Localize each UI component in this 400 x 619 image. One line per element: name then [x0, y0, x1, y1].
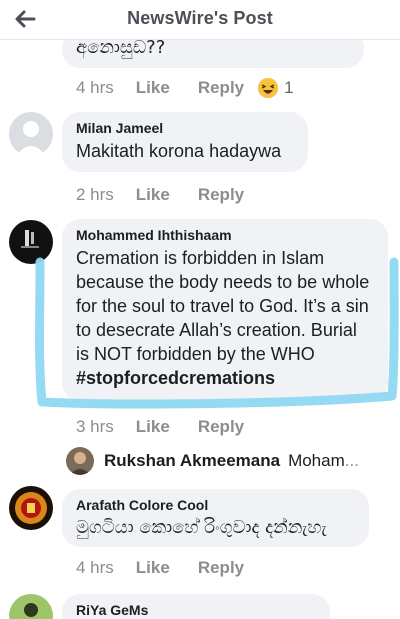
comment-author[interactable]: Milan Jameel — [76, 120, 294, 136]
reply-button[interactable]: Reply — [198, 558, 244, 578]
reply-snippet: Moham — [288, 451, 345, 470]
like-button[interactable]: Like — [136, 185, 170, 205]
page-title: NewsWire's Post — [127, 8, 273, 28]
comment-time: 4 hrs — [76, 78, 114, 97]
top-bar: NewsWire's Post — [0, 0, 400, 40]
like-button[interactable]: Like — [136, 558, 170, 578]
laughing-emoji-icon — [258, 78, 279, 98]
comment-text: මුගටියා කොහේ රිංගුවාද දන්නැහැ — [76, 517, 327, 538]
reaction-count: 1 — [284, 78, 294, 97]
reply-button[interactable]: Reply — [198, 78, 244, 98]
hashtag-link[interactable]: #stopforcedcremations — [76, 368, 275, 388]
comment-actions: 3 hrs Like Reply — [76, 417, 244, 437]
comment-text: Makitath korona hadaywa — [76, 141, 282, 161]
reply-button[interactable]: Reply — [198, 185, 244, 205]
avatar — [66, 447, 94, 475]
comment-time: 4 hrs — [76, 558, 114, 577]
avatar[interactable] — [9, 220, 53, 264]
avatar[interactable] — [9, 112, 53, 156]
comment-time: 2 hrs — [76, 185, 114, 204]
comment-body: Cremation is forbidden in Islam because … — [76, 248, 370, 364]
comment-bubble: RiYa GeMs — [62, 594, 330, 619]
comment-bubble: Milan Jameel Makitath korona hadaywa — [62, 112, 308, 172]
comment-author[interactable]: Arafath Colore Cool — [76, 497, 355, 513]
reply-button[interactable]: Reply — [198, 417, 244, 437]
comment-bubble: Mohammed Ihthishaam Cremation is forbidd… — [62, 219, 388, 401]
comment-time: 3 hrs — [76, 417, 114, 436]
like-button[interactable]: Like — [136, 417, 170, 437]
comment-actions: 4 hrs Like Reply — [76, 558, 244, 578]
like-button[interactable]: Like — [136, 78, 170, 98]
comment-text: Cremation is forbidden in Islam because … — [76, 246, 374, 390]
reaction-summary[interactable]: 1 — [258, 78, 294, 98]
reply-author: Rukshan Akmeemana — [104, 451, 281, 470]
comment-author[interactable]: Mohammed Ihthishaam — [76, 227, 374, 243]
comment-author[interactable]: RiYa GeMs — [76, 602, 316, 618]
nested-reply-preview[interactable]: Rukshan Akmeemana Moham ... — [66, 446, 359, 476]
comment-actions: 2 hrs Like Reply — [76, 185, 244, 205]
comment-bubble: Arafath Colore Cool මුගටියා කොහේ රිංගුවා… — [62, 489, 369, 547]
avatar[interactable] — [9, 486, 53, 530]
comment-actions: 4 hrs Like Reply 1 — [76, 78, 294, 98]
avatar[interactable] — [9, 594, 53, 619]
reply-ellipsis: ... — [344, 451, 359, 470]
